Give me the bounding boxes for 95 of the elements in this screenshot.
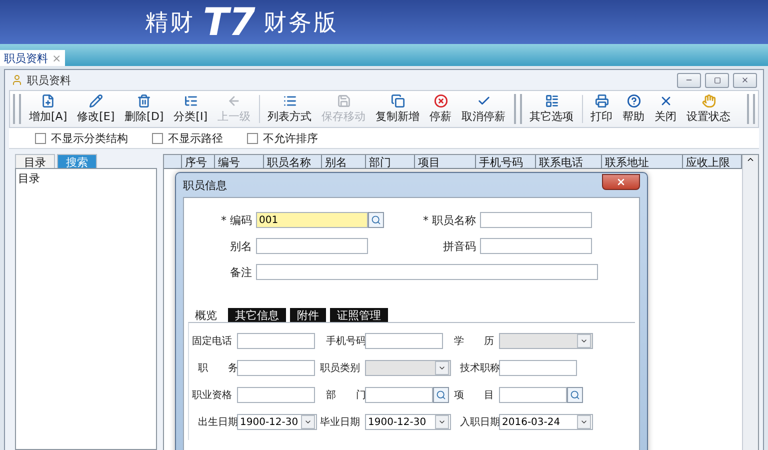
search-button[interactable] — [567, 387, 583, 403]
field-label: 职员类别 — [320, 362, 361, 375]
toolbar-grip[interactable] — [747, 94, 755, 124]
text-field[interactable] — [237, 360, 315, 376]
toolbar-grip[interactable] — [13, 94, 21, 124]
restore-icon — [714, 76, 720, 84]
logo-text: 精财 — [145, 8, 195, 38]
search-icon — [371, 215, 381, 225]
minimize-button[interactable] — [677, 72, 701, 88]
scrollbar[interactable] — [742, 155, 758, 450]
user-icon — [11, 74, 23, 86]
tree-item[interactable]: 目录 — [18, 171, 154, 186]
text-field[interactable] — [499, 360, 577, 376]
column-header[interactable]: 手机号码 — [476, 155, 536, 169]
header-cell — [164, 155, 182, 169]
toolbar-button[interactable]: 增加[A] — [24, 94, 72, 124]
toolbar-button[interactable]: 修改[E] — [72, 94, 120, 124]
form-tab[interactable]: 其它信息 — [228, 308, 286, 322]
toolbar-button[interactable]: 取消停薪 — [456, 94, 511, 124]
option-checkbox[interactable]: 不允许排序 — [247, 130, 318, 146]
text-field[interactable] — [256, 238, 368, 254]
toolbar-button[interactable]: 其它选项 — [524, 94, 579, 124]
field-label: 别名 — [229, 238, 252, 254]
toolbar-button[interactable]: 分类[I] — [168, 94, 213, 124]
help-icon — [626, 94, 641, 108]
window-title: 职员资料 — [27, 72, 72, 88]
search-icon — [436, 390, 446, 400]
toolbar-button[interactable]: 复制新增 — [370, 94, 425, 124]
toolbar-button[interactable]: 列表方式 — [262, 94, 317, 124]
column-header[interactable]: 部门 — [366, 155, 415, 169]
column-header[interactable]: 项目 — [415, 155, 476, 169]
close-circle-icon — [434, 94, 448, 108]
date-field[interactable]: 1900-12-30 — [365, 414, 451, 430]
panel-icon — [544, 94, 559, 108]
field-label: 固定电话 — [192, 334, 233, 348]
field-label: 拼音码 — [442, 238, 476, 254]
text-field[interactable] — [365, 333, 443, 349]
column-header[interactable]: 联系电话 — [536, 155, 602, 169]
field-label: 备注 — [229, 264, 252, 280]
hand-icon — [702, 94, 716, 108]
field-label: * 编码 — [220, 212, 252, 228]
dialog-title: 职员信息 — [183, 178, 227, 192]
checkbox[interactable] — [35, 132, 46, 144]
form-tab[interactable]: 证照管理 — [330, 308, 388, 322]
text-field[interactable] — [237, 387, 315, 403]
field-label: * 职员名称 — [422, 212, 476, 228]
copy-icon — [390, 94, 405, 108]
document-tab[interactable]: 职员资料 × — [0, 50, 66, 66]
logo-text: 财务版 — [263, 8, 338, 38]
column-header[interactable]: 编号 — [215, 155, 264, 169]
date-field[interactable]: 1900-12-30 — [237, 414, 317, 430]
logo-mark: T7 — [203, 0, 256, 44]
column-header[interactable]: 职员名称 — [264, 155, 322, 169]
toolbar-button[interactable]: 删除[D] — [120, 94, 169, 124]
restore-button[interactable] — [705, 72, 729, 88]
close-button[interactable] — [602, 174, 640, 190]
toolbar-button[interactable]: 打印 — [586, 94, 618, 124]
text-field[interactable] — [480, 212, 592, 228]
column-header[interactable]: 联系地址 — [602, 155, 683, 169]
text-field[interactable] — [237, 333, 315, 349]
text-field[interactable] — [480, 238, 592, 254]
search-button[interactable] — [368, 212, 384, 228]
file-plus-icon — [41, 94, 56, 108]
column-header[interactable]: 序号 — [182, 155, 215, 169]
close-icon — [741, 76, 749, 84]
close-icon — [616, 177, 626, 187]
list-icon — [282, 94, 297, 108]
checkbox[interactable] — [152, 132, 163, 144]
lookup-field[interactable] — [365, 387, 433, 403]
toolbar-button[interactable]: 停薪 — [424, 94, 457, 124]
toolbar-button[interactable]: 帮助 — [618, 94, 650, 124]
field-label: 学 历 — [454, 335, 495, 348]
search-button[interactable] — [433, 387, 449, 403]
printer-icon — [594, 94, 609, 108]
pencil-icon — [88, 94, 103, 108]
code-field[interactable]: 001 — [256, 212, 368, 228]
sidebar-tab[interactable]: 目录 — [15, 154, 55, 168]
form-tab[interactable]: 附件 — [290, 308, 326, 322]
field-label: 毕业日期 — [320, 416, 361, 429]
option-checkbox[interactable]: 不显示分类结构 — [35, 130, 128, 146]
search-icon — [570, 390, 580, 400]
remark-field[interactable] — [256, 264, 598, 280]
tree-list-icon — [184, 94, 198, 108]
sidebar-tab[interactable]: 搜索 — [57, 154, 97, 168]
column-header[interactable]: 别名 — [322, 155, 366, 169]
field-label: 项 目 — [454, 389, 495, 402]
option-checkbox[interactable]: 不显示路径 — [152, 130, 223, 146]
toolbar-button[interactable]: 关闭 — [650, 94, 682, 124]
toolbar-grip[interactable] — [514, 94, 522, 124]
checkbox[interactable] — [247, 132, 258, 144]
lookup-field[interactable] — [499, 387, 567, 403]
toolbar-button[interactable]: 设置状态 — [682, 94, 736, 124]
field-label: 职业资格 — [192, 388, 233, 402]
date-field[interactable]: 2016-03-24 — [499, 414, 593, 430]
trash-icon — [137, 94, 152, 108]
